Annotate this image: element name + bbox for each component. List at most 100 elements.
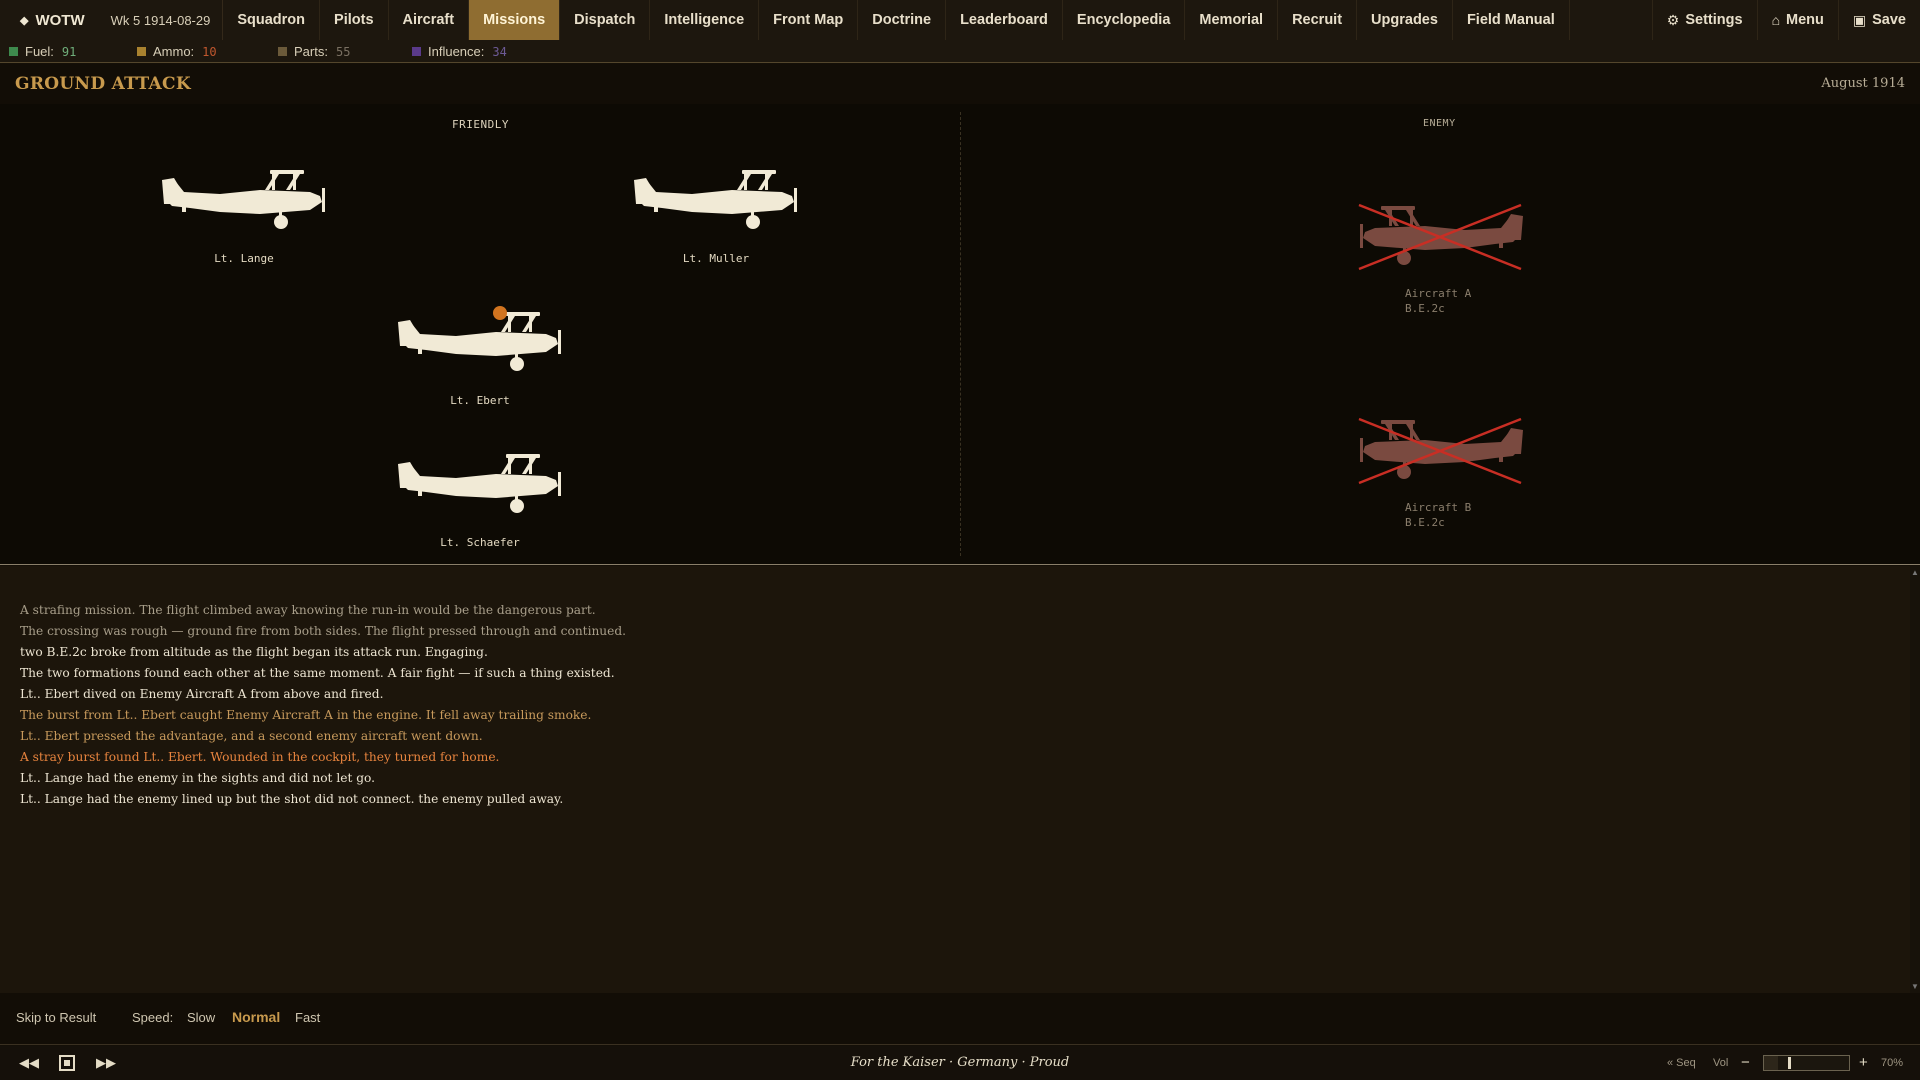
enemy-type: B.E.2c — [1405, 302, 1445, 315]
biplane-destroyed-icon — [1358, 203, 1525, 271]
ammo-label: Ammo: — [153, 44, 195, 59]
nav-field-manual[interactable]: Field Manual — [1453, 0, 1570, 40]
biplane-icon — [632, 166, 802, 236]
nav-memorial[interactable]: Memorial — [1185, 0, 1279, 40]
resource-influence: Influence: 34 — [412, 44, 507, 59]
log-line: Lt.. Ebert dived on Enemy Aircraft A fro… — [20, 687, 384, 701]
log-line: The crossing was rough — ground fire fro… — [20, 624, 627, 638]
nav-missions[interactable]: Missions — [469, 0, 561, 40]
top-nav: ◆ WOTW Wk 5 1914-08-29 Squadron Pilots A… — [0, 0, 1920, 40]
biplane-icon — [160, 166, 330, 236]
fuel-value: 91 — [61, 44, 77, 59]
scroll-down-icon[interactable]: ▼ — [1911, 982, 1919, 991]
log-line: Lt.. Lange had the enemy in the sights a… — [20, 771, 376, 785]
ammo-value: 10 — [202, 44, 217, 59]
friendly-heading: FRIENDLY — [452, 118, 509, 131]
log-line: Lt.. Lange had the enemy lined up but th… — [20, 792, 564, 806]
log-line: two B.E.2c broke from altitude as the fl… — [20, 645, 488, 659]
mission-date: August 1914 — [1821, 76, 1905, 91]
scroll-up-icon[interactable]: ▲ — [1911, 568, 1919, 577]
battle-divider — [960, 112, 961, 556]
skip-to-result-button[interactable]: Skip to Result — [16, 1010, 96, 1025]
nation-motto: For the Kaiser · Germany · Proud — [850, 1055, 1070, 1070]
save-label: Save — [1872, 12, 1906, 28]
rewind-icon[interactable]: ◀◀ — [19, 1055, 39, 1071]
parts-swatch — [278, 47, 287, 56]
mission-header: GROUND ATTACK August 1914 — [0, 64, 1920, 104]
biplane-icon — [396, 450, 566, 520]
mission-title: GROUND ATTACK — [15, 74, 191, 94]
pilot-name: Lt. Lange — [214, 252, 274, 265]
settings-button[interactable]: ⚙ Settings — [1651, 0, 1757, 40]
resource-ammo: Ammo: 10 — [137, 44, 217, 59]
speed-normal-button[interactable]: Normal — [232, 1009, 280, 1025]
parts-label: Parts: — [294, 44, 328, 59]
enemy-label: Aircraft B B.E.2c — [1405, 500, 1471, 530]
enemy-label: Aircraft A B.E.2c — [1405, 286, 1471, 316]
speed-slow-button[interactable]: Slow — [187, 1010, 215, 1025]
nav-leaderboard[interactable]: Leaderboard — [946, 0, 1063, 40]
log-scrollbar[interactable]: ▲ ▼ — [1910, 566, 1920, 993]
pilot-name: Lt. Ebert — [450, 394, 510, 407]
volume-percent: 70% — [1881, 1057, 1904, 1069]
brand[interactable]: ◆ WOTW — [0, 0, 103, 40]
enemy-type: B.E.2c — [1405, 516, 1445, 529]
nav-pilots[interactable]: Pilots — [320, 0, 389, 40]
influence-label: Influence: — [428, 44, 485, 59]
nav-upgrades[interactable]: Upgrades — [1357, 0, 1453, 40]
enemy-name: Aircraft B — [1405, 501, 1472, 514]
fuel-label: Fuel: — [25, 44, 54, 59]
footer-bar: ◀◀ ▶▶ For the Kaiser · Germany · Proud «… — [0, 1046, 1920, 1080]
enemy-aircraft-destroyed[interactable] — [1355, 416, 1525, 486]
nav-aircraft[interactable]: Aircraft — [389, 0, 470, 40]
nav-encyclopedia[interactable]: Encyclopedia — [1063, 0, 1186, 40]
influence-value: 34 — [492, 44, 507, 59]
friendly-aircraft[interactable] — [632, 166, 802, 236]
seq-toggle[interactable]: « Seq — [1667, 1057, 1696, 1069]
week-date: Wk 5 1914-08-29 — [103, 0, 224, 40]
volume-up-button[interactable]: + — [1859, 1054, 1868, 1071]
volume-label: Vol — [1713, 1057, 1729, 1069]
biplane-destroyed-icon — [1358, 417, 1525, 485]
nav-recruit[interactable]: Recruit — [1278, 0, 1358, 40]
log-line: A stray burst found Lt.. Ebert. Wounded … — [20, 750, 500, 764]
combat-log[interactable]: A strafing mission. The flight climbed a… — [0, 566, 1920, 993]
volume-down-button[interactable]: − — [1741, 1054, 1750, 1071]
ammo-swatch — [137, 47, 146, 56]
resource-parts: Parts: 55 — [278, 44, 350, 59]
stop-icon[interactable] — [59, 1055, 75, 1071]
fast-forward-icon[interactable]: ▶▶ — [96, 1055, 116, 1071]
log-line: Lt.. Ebert pressed the advantage, and a … — [20, 729, 483, 743]
volume-slider[interactable] — [1763, 1055, 1850, 1071]
volume-thumb[interactable] — [1788, 1057, 1791, 1069]
save-button[interactable]: ▣ Save — [1837, 0, 1920, 40]
friendly-aircraft[interactable] — [160, 166, 330, 236]
diamond-icon: ◆ — [20, 14, 29, 27]
log-line: The burst from Lt.. Ebert caught Enemy A… — [20, 708, 592, 722]
nav-intelligence[interactable]: Intelligence — [650, 0, 760, 40]
resource-fuel: Fuel: 91 — [9, 44, 76, 59]
menu-label: Menu — [1786, 12, 1824, 28]
enemy-aircraft-destroyed[interactable] — [1355, 202, 1525, 272]
pilot-name: Lt. Muller — [682, 252, 750, 265]
speed-fast-button[interactable]: Fast — [295, 1010, 320, 1025]
nav-dispatch[interactable]: Dispatch — [560, 0, 651, 40]
log-line: The two formations found each other at t… — [20, 666, 615, 680]
resource-bar: Fuel: 91 Ammo: 10 Parts: 55 Influence: 3… — [0, 40, 1920, 63]
nav-front-map[interactable]: Front Map — [759, 0, 859, 40]
speed-label: Speed: — [132, 1010, 174, 1025]
friendly-aircraft[interactable] — [396, 308, 566, 378]
floppy-icon: ▣ — [1852, 11, 1867, 28]
enemy-name: Aircraft A — [1405, 287, 1472, 300]
menu-button[interactable]: ⌂ Menu — [1756, 0, 1838, 40]
pilot-name: Lt. Schaefer — [440, 536, 520, 549]
biplane-icon — [396, 308, 566, 378]
nav-squadron[interactable]: Squadron — [223, 0, 321, 40]
playback-controls: Skip to Result Speed: Slow Normal Fast — [0, 993, 1920, 1045]
fuel-swatch — [9, 47, 18, 56]
nav-doctrine[interactable]: Doctrine — [858, 0, 947, 40]
parts-value: 55 — [335, 44, 351, 59]
brand-label: WOTW — [35, 11, 85, 29]
settings-label: Settings — [1685, 12, 1743, 28]
friendly-aircraft[interactable] — [396, 450, 566, 520]
